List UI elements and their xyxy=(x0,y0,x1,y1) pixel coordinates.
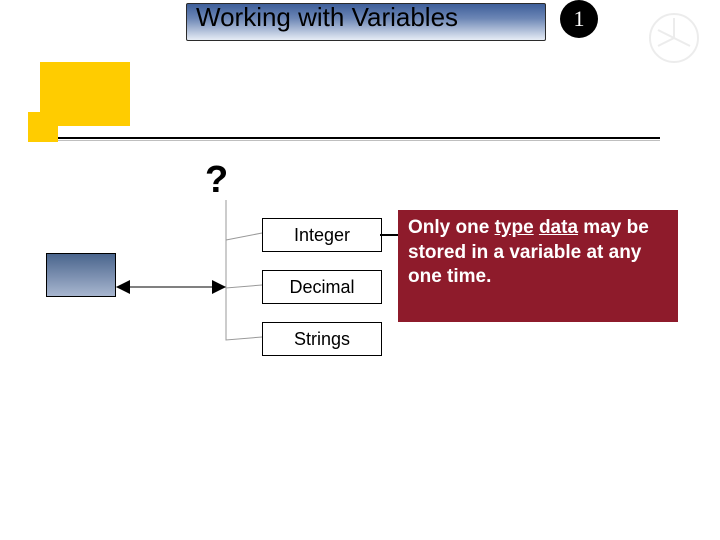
variable-box xyxy=(46,253,116,297)
variable-connector xyxy=(116,280,226,300)
type-label-decimal: Decimal xyxy=(289,277,354,298)
type-box-decimal: Decimal xyxy=(262,270,382,304)
slide: Working with Variables 1 ? Integer Decim… xyxy=(0,0,720,540)
type-branch-lines xyxy=(218,200,262,340)
question-mark: ? xyxy=(205,159,228,202)
slide-number-badge: 1 xyxy=(560,0,598,38)
type-box-integer: Integer xyxy=(262,218,382,252)
gear-logo-icon xyxy=(644,8,704,68)
callout-text-prefix: Only one xyxy=(408,217,495,238)
type-label-integer: Integer xyxy=(294,225,350,246)
type-label-strings: Strings xyxy=(294,329,350,350)
callout-underline-data: data xyxy=(539,217,578,238)
slide-number: 1 xyxy=(574,6,585,32)
callout-box: Only one type data may be stored in a va… xyxy=(398,210,678,322)
accent-square-small xyxy=(28,112,58,142)
callout-underline-type: type xyxy=(495,217,534,238)
callout-connector xyxy=(380,234,398,236)
divider-line xyxy=(58,137,660,139)
logo-watermark xyxy=(644,8,704,68)
slide-title: Working with Variables xyxy=(196,2,536,33)
type-box-strings: Strings xyxy=(262,322,382,356)
